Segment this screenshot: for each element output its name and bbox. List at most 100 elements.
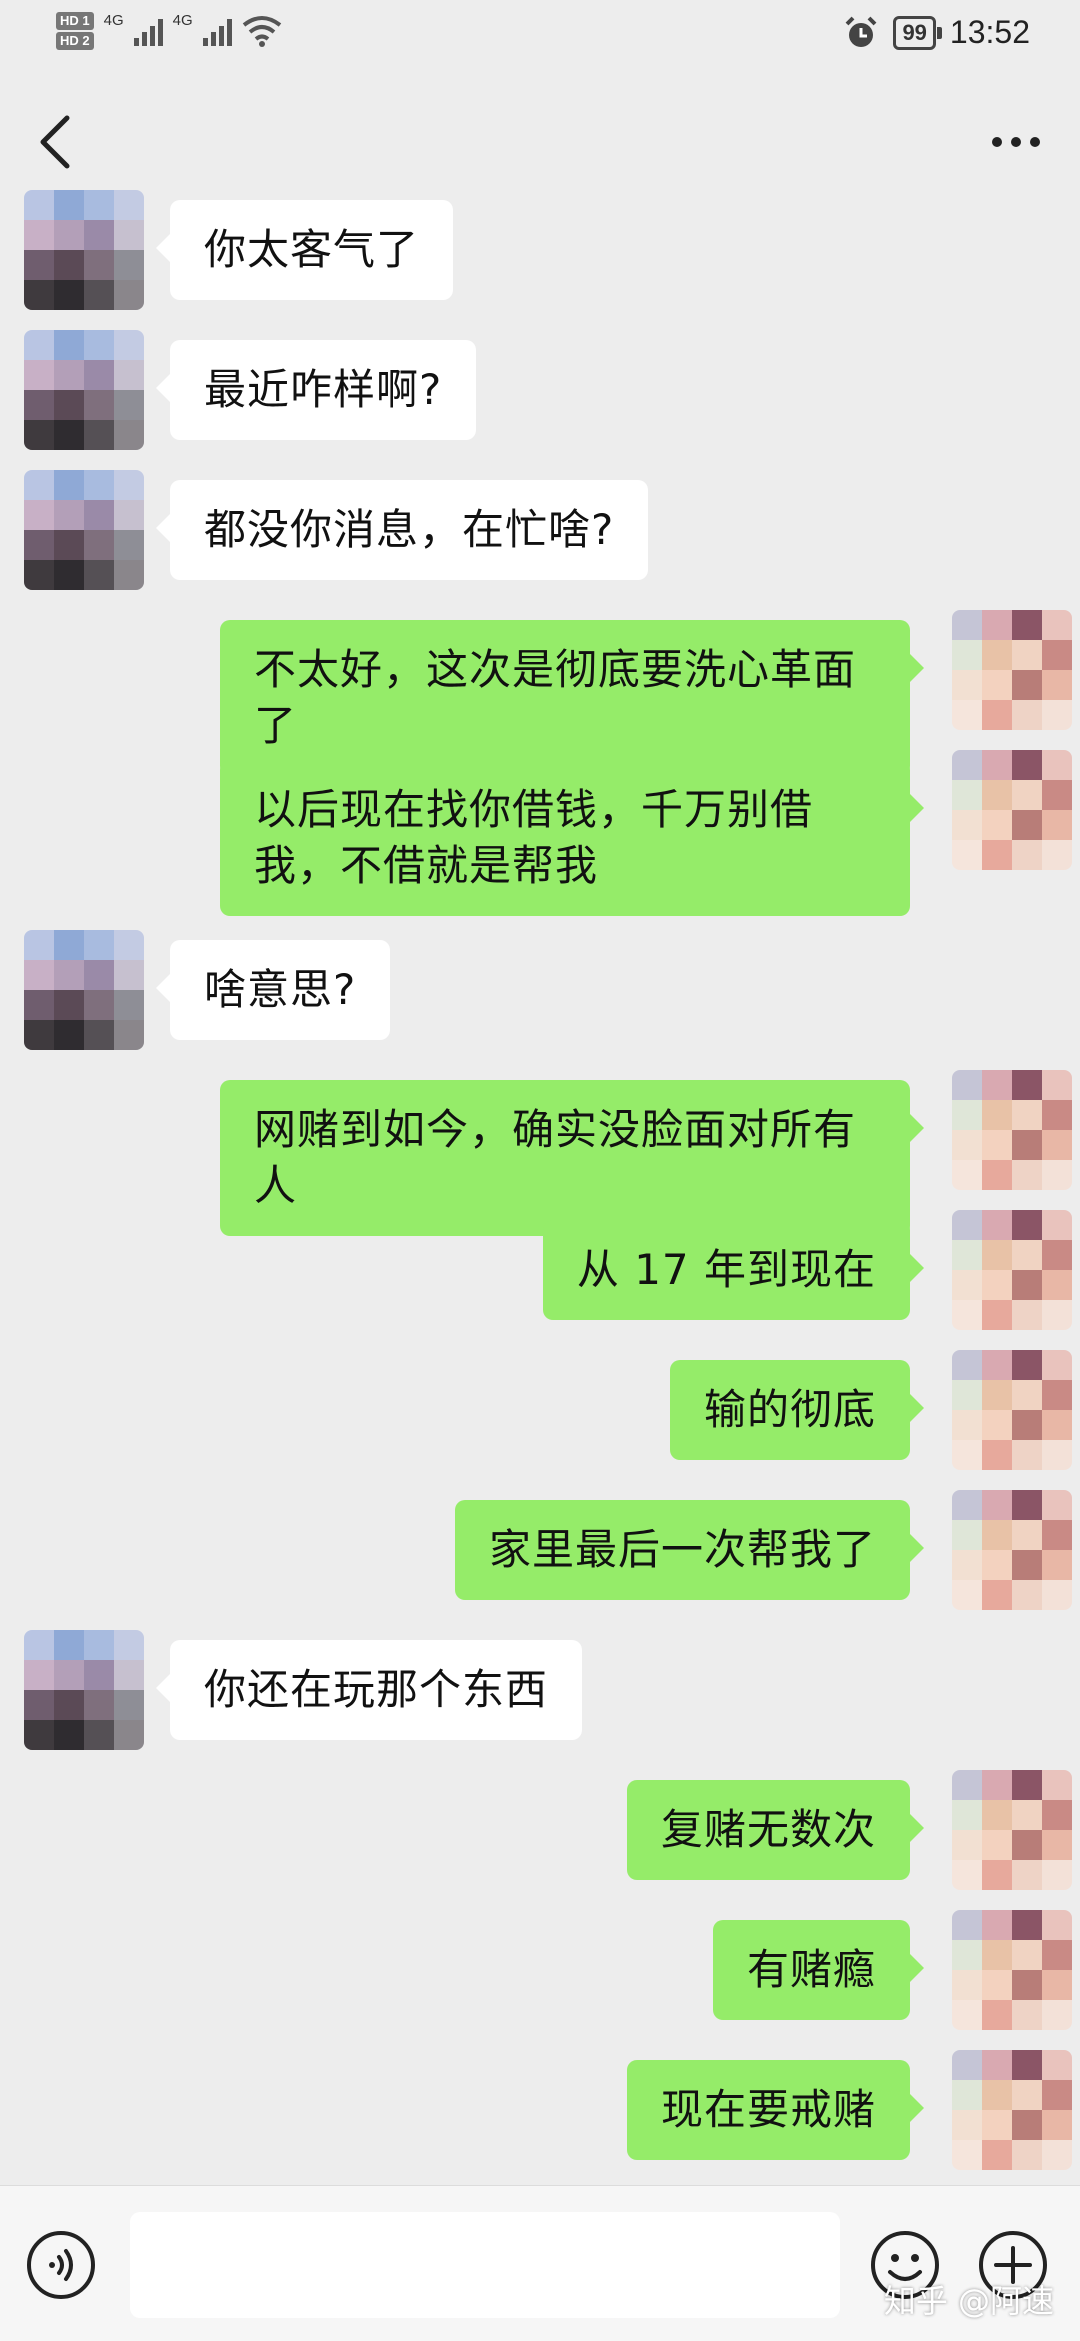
avatar-pixel [1012, 1970, 1042, 2000]
my-avatar[interactable] [952, 1770, 1072, 1890]
avatar-pixel [952, 810, 982, 840]
avatar-pixel [952, 1860, 982, 1890]
avatar-pixel [114, 1690, 144, 1720]
avatar-pixel [24, 420, 54, 450]
avatar-pixel [1012, 1770, 1042, 1800]
message-bubble[interactable]: 你还在玩那个东西 [155, 1640, 583, 1740]
avatar-pixel [1042, 1440, 1072, 1470]
message-bubble[interactable]: 最近咋样啊? [155, 340, 477, 440]
avatar-pixel [952, 1300, 982, 1330]
avatar-pixel [1012, 640, 1042, 670]
avatar-pixel [54, 470, 84, 500]
avatar-pixel [982, 1800, 1012, 1830]
avatar-pixel [54, 960, 84, 990]
avatar-pixel [114, 470, 144, 500]
message-list[interactable]: 你太客气了最近咋样啊? 都没你消息，在忙啥? 不太好，这次是彻底要洗心革面了 以后现在… [0, 190, 1080, 2185]
more-dot [1030, 137, 1040, 147]
avatar-pixel [982, 1380, 1012, 1410]
message-bubble[interactable]: 以后现在找你借钱，千万别借我，不借就是帮我 [220, 760, 924, 916]
my-avatar[interactable] [952, 610, 1072, 730]
avatar-pixel [1012, 1160, 1042, 1190]
contact-avatar[interactable] [24, 190, 144, 310]
avatar-pixel [1012, 2140, 1042, 2170]
message-bubble[interactable]: 啥意思? [155, 940, 391, 1040]
avatar-pixel [982, 1300, 1012, 1330]
avatar-pixel [952, 750, 982, 780]
contact-avatar[interactable] [24, 1630, 144, 1750]
avatar-pixel [54, 1720, 84, 1750]
message-bubble[interactable]: 现在要戒赌 [626, 2060, 925, 2160]
avatar-pixel [952, 1970, 982, 2000]
avatar-pixel [952, 2140, 982, 2170]
message-bubble[interactable]: 从 17 年到现在 [542, 1220, 925, 1320]
more-options-button[interactable] [976, 112, 1056, 172]
avatar-pixel [84, 1690, 114, 1720]
network2-label: 4G [172, 12, 193, 29]
avatar-pixel [84, 930, 114, 960]
avatar-pixel [54, 500, 84, 530]
avatar-pixel [54, 390, 84, 420]
avatar-pixel [952, 1910, 982, 1940]
message-bubble[interactable]: 复赌无数次 [626, 1780, 925, 1880]
back-button[interactable] [20, 102, 90, 182]
message-bubble[interactable]: 不太好，这次是彻底要洗心革面了 [220, 620, 924, 776]
contact-avatar[interactable] [24, 930, 144, 1050]
message-bubble[interactable]: 网赌到如今，确实没脸面对所有人 [220, 1080, 924, 1236]
avatar-pixel [24, 1690, 54, 1720]
avatar-pixel [1042, 2000, 1072, 2030]
watermark: 知乎 @阿速 [883, 2282, 1054, 2320]
avatar-pixel [1042, 810, 1072, 840]
avatar-pixel [24, 390, 54, 420]
avatar-pixel [1042, 750, 1072, 780]
avatar-pixel [24, 360, 54, 390]
my-avatar[interactable] [952, 1910, 1072, 2030]
avatar-pixel [952, 1160, 982, 1190]
avatar-pixel [54, 360, 84, 390]
message-bubble[interactable]: 都没你消息，在忙啥? [155, 480, 649, 580]
avatar-pixel [114, 1020, 144, 1050]
message-bubble[interactable]: 有赌瘾 [712, 1920, 925, 2020]
avatar-pixel [982, 610, 1012, 640]
message-bubble[interactable]: 输的彻底 [669, 1360, 925, 1460]
contact-avatar[interactable] [24, 330, 144, 450]
avatar-pixel [982, 840, 1012, 870]
avatar-pixel [952, 1830, 982, 1860]
voice-button[interactable] [24, 2228, 98, 2302]
avatar-pixel [114, 500, 144, 530]
avatar-pixel [952, 1130, 982, 1160]
avatar-pixel [982, 700, 1012, 730]
my-avatar[interactable] [952, 1210, 1072, 1330]
avatar-pixel [1012, 1860, 1042, 1890]
avatar-pixel [952, 1410, 982, 1440]
avatar-pixel [54, 1690, 84, 1720]
avatar-pixel [24, 250, 54, 280]
avatar-pixel [54, 990, 84, 1020]
avatar-pixel [1042, 1830, 1072, 1860]
my-avatar[interactable] [952, 1490, 1072, 1610]
avatar-pixel [84, 530, 114, 560]
my-avatar[interactable] [952, 1070, 1072, 1190]
avatar-pixel [1042, 780, 1072, 810]
status-time: 13:52 [949, 14, 1030, 50]
avatar-pixel [114, 1660, 144, 1690]
avatar-pixel [1042, 1550, 1072, 1580]
avatar-pixel [982, 1940, 1012, 1970]
avatar-pixel [1012, 1300, 1042, 1330]
my-avatar[interactable] [952, 1350, 1072, 1470]
avatar-pixel [1042, 1860, 1072, 1890]
avatar-pixel [982, 1160, 1012, 1190]
message-bubble[interactable]: 家里最后一次帮我了 [454, 1500, 925, 1600]
message-bubble[interactable]: 你太客气了 [155, 200, 454, 300]
avatar-pixel [84, 1020, 114, 1050]
avatar-pixel [1012, 750, 1042, 780]
contact-avatar[interactable] [24, 470, 144, 590]
avatar-pixel [114, 220, 144, 250]
avatar-pixel [84, 990, 114, 1020]
my-avatar[interactable] [952, 2050, 1072, 2170]
avatar-pixel [54, 530, 84, 560]
avatar-pixel [1042, 1580, 1072, 1610]
my-avatar[interactable] [952, 750, 1072, 870]
avatar-pixel [54, 1630, 84, 1660]
avatar-pixel [1012, 1410, 1042, 1440]
message-input[interactable] [130, 2212, 840, 2318]
